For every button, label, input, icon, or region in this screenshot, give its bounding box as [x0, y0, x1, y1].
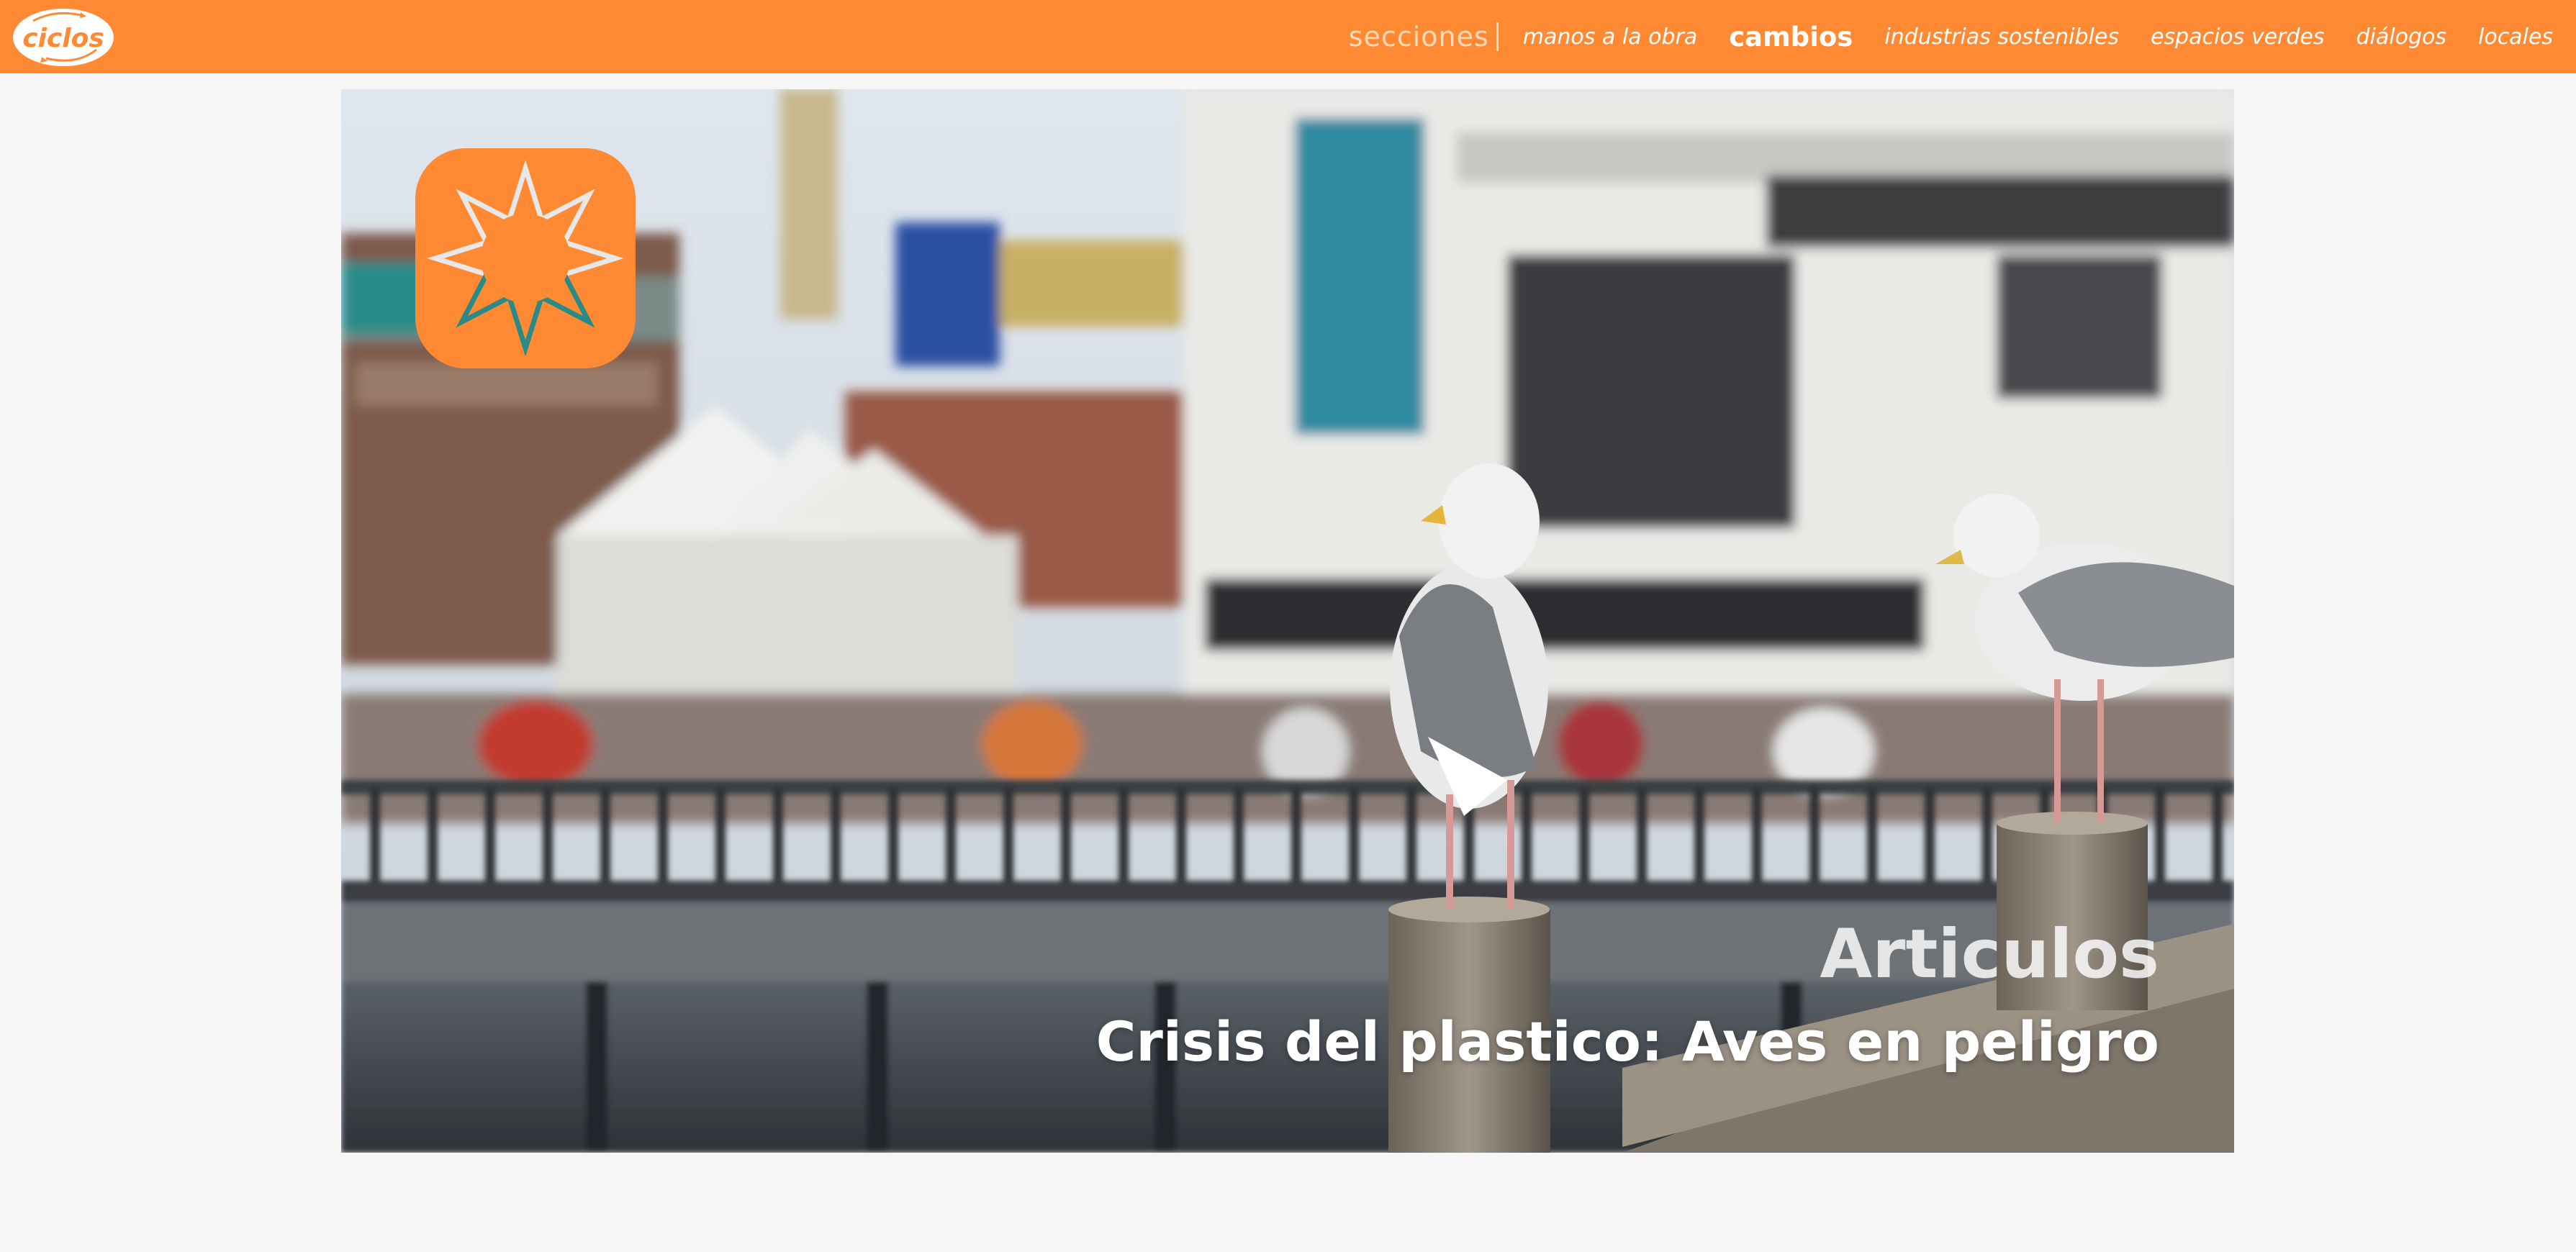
article-category: Articulos: [1820, 915, 2159, 994]
ciclos-logo[interactable]: ciclos: [12, 6, 115, 68]
nav-divider: [1496, 22, 1499, 51]
logo-text: ciclos: [22, 24, 104, 53]
sections-nav: secciones manos a la obra cambios indust…: [1349, 0, 2576, 73]
nav-item-dialogos[interactable]: diálogos: [2341, 24, 2462, 50]
sections-label: secciones: [1348, 21, 1489, 53]
nav-item-locales[interactable]: locales: [2462, 24, 2576, 50]
sun-flower-icon: [415, 148, 636, 368]
hero-caption: Articulos Crisis del plastico: Aves en p…: [1096, 916, 2159, 1078]
nav-item-industrias-sostenibles[interactable]: industrias sostenibles: [1868, 24, 2135, 50]
article-title[interactable]: Crisis del plastico: Aves en peligro: [1096, 1007, 2159, 1078]
nav-item-espacios-verdes[interactable]: espacios verdes: [2135, 24, 2341, 50]
nav-item-manos-a-la-obra[interactable]: manos a la obra: [1507, 24, 1713, 50]
nav-item-cambios[interactable]: cambios: [1713, 22, 1868, 53]
hero-article-card[interactable]: Articulos Crisis del plastico: Aves en p…: [341, 89, 2234, 1153]
top-navigation-bar: ciclos secciones manos a la obra cambios…: [0, 0, 2576, 73]
